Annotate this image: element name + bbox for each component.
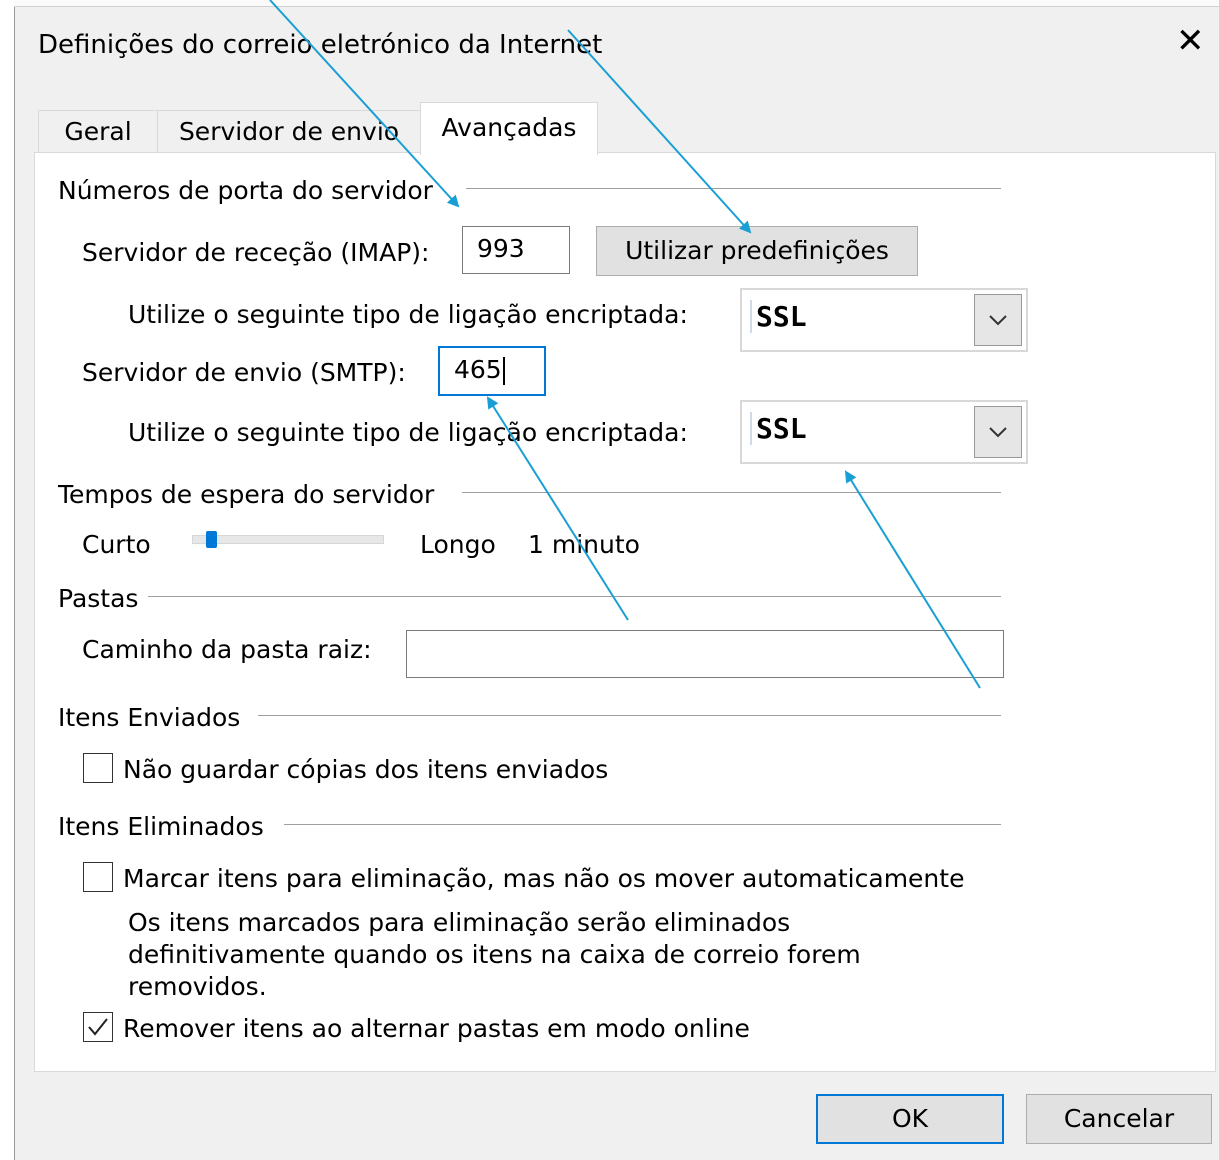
- mark-for-deletion-checkbox[interactable]: [83, 862, 113, 892]
- incoming-encryption-value: SSL: [750, 300, 807, 333]
- incoming-encryption-select[interactable]: SSL: [740, 288, 1028, 352]
- group-label-deleted-items: Itens Eliminados: [58, 812, 264, 841]
- group-divider: [148, 596, 1001, 597]
- tab-geral[interactable]: Geral: [38, 110, 158, 153]
- root-folder-path-label: Caminho da pasta raiz:: [82, 635, 372, 664]
- group-divider: [462, 492, 1001, 493]
- outgoing-encryption-label: Utilize o seguinte tipo de ligação encri…: [128, 418, 688, 447]
- incoming-encryption-label: Utilize o seguinte tipo de ligação encri…: [128, 300, 688, 329]
- dialog-title: Definições do correio eletrónico da Inte…: [38, 30, 603, 60]
- outgoing-port-input[interactable]: 465: [438, 346, 546, 396]
- outgoing-encryption-value: SSL: [750, 412, 807, 445]
- mark-for-deletion-note-line-1: Os itens marcados para eliminação serão …: [128, 908, 791, 937]
- chevron-down-icon[interactable]: [974, 294, 1022, 346]
- ok-button[interactable]: OK: [816, 1094, 1004, 1144]
- timeout-short-label: Curto: [82, 530, 151, 559]
- group-label-server-timeouts: Tempos de espera do servidor: [58, 480, 435, 509]
- close-icon[interactable]: ✕: [1176, 24, 1205, 58]
- incoming-port-input[interactable]: 993: [462, 226, 570, 274]
- purge-on-switch-label: Remover itens ao alternar pastas em modo…: [123, 1014, 750, 1043]
- use-defaults-button[interactable]: Utilizar predefinições: [596, 226, 918, 276]
- purge-on-switch-checkbox[interactable]: [83, 1012, 113, 1042]
- dont-save-sent-copies-checkbox[interactable]: [83, 753, 113, 783]
- timeout-value: 1 minuto: [528, 530, 640, 559]
- background-window-edge: [0, 0, 15, 1160]
- group-divider: [258, 715, 1001, 716]
- outgoing-encryption-select[interactable]: SSL: [740, 400, 1028, 464]
- cancel-button[interactable]: Cancelar: [1026, 1094, 1212, 1144]
- mark-for-deletion-note-line-2: definitivamente quando os itens na caixa…: [128, 940, 861, 969]
- outgoing-port-value: 465: [454, 355, 502, 384]
- outgoing-server-label: Servidor de envio (SMTP):: [82, 358, 406, 387]
- group-divider: [284, 824, 1001, 825]
- root-folder-path-input[interactable]: [406, 630, 1004, 678]
- tab-servidor-de-envio[interactable]: Servidor de envio: [157, 110, 421, 153]
- timeout-slider[interactable]: [192, 535, 384, 544]
- background-window-top: [14, 0, 1219, 7]
- group-label-server-ports: Números de porta do servidor: [58, 176, 433, 205]
- timeout-long-label: Longo: [420, 530, 496, 559]
- incoming-server-label: Servidor de receção (IMAP):: [82, 238, 430, 267]
- chevron-down-icon[interactable]: [974, 406, 1022, 458]
- tab-avancadas[interactable]: Avançadas: [420, 102, 598, 155]
- checkmark-icon: [88, 1018, 108, 1036]
- text-caret: [502, 357, 505, 385]
- group-divider: [466, 188, 1001, 189]
- group-label-sent-items: Itens Enviados: [58, 703, 241, 732]
- mark-for-deletion-note-line-3: removidos.: [128, 972, 267, 1001]
- group-label-folders: Pastas: [58, 584, 139, 613]
- timeout-slider-thumb[interactable]: [206, 531, 217, 548]
- dont-save-sent-copies-label: Não guardar cópias dos itens enviados: [123, 755, 609, 784]
- mark-for-deletion-label: Marcar itens para eliminação, mas não os…: [123, 864, 965, 893]
